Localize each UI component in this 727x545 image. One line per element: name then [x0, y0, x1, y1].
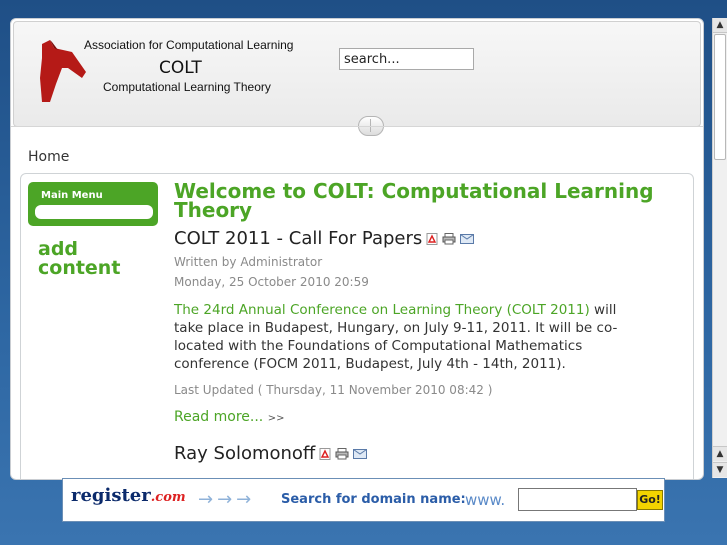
scroll-up-small-icon[interactable]: ▲: [713, 446, 727, 461]
site-slogan: Computational Learning Theory: [103, 80, 271, 94]
search-input[interactable]: [339, 48, 474, 70]
domain-input[interactable]: [518, 488, 637, 511]
article-author: Written by Administrator: [174, 255, 323, 269]
header-divider: [11, 126, 703, 127]
read-more-link[interactable]: Read more... >>: [174, 409, 674, 425]
register-banner-ad[interactable]: register.com →→→ Search for domain name:…: [62, 478, 665, 522]
read-more-text[interactable]: Read more...: [174, 409, 263, 425]
read-more-arrow: >>: [267, 413, 285, 424]
site-name: COLT: [159, 58, 202, 78]
arrow-icon: →→→: [198, 489, 256, 510]
article-title[interactable]: COLT 2011 - Call For Papers: [174, 228, 422, 249]
main-menu-field[interactable]: [35, 205, 153, 219]
article-date: Monday, 25 October 2010 20:59: [174, 275, 369, 289]
scroll-down-icon[interactable]: ▼: [713, 462, 727, 477]
content-panel: Main Menu add content Welcome to COLT: C…: [20, 173, 694, 479]
ad-prompt: Search for domain name:: [281, 492, 466, 507]
article-body: The 24rd Annual Conference on Learning T…: [174, 301, 644, 373]
page-title: Welcome to COLT: Computational Learning …: [174, 179, 654, 222]
article-title-2[interactable]: Ray Solomonoff: [174, 443, 315, 464]
scroll-thumb[interactable]: [714, 34, 726, 160]
article-header-2: Ray Solomonoff: [174, 443, 674, 464]
print-icon[interactable]: [442, 232, 456, 245]
vertical-scrollbar[interactable]: ▲ ▲ ▼: [712, 18, 727, 478]
email-icon[interactable]: [353, 448, 368, 459]
print-icon[interactable]: [335, 447, 349, 460]
article-header: COLT 2011 - Call For Papers: [174, 228, 674, 249]
pdf-icon[interactable]: [426, 232, 438, 245]
email-icon[interactable]: [460, 233, 475, 244]
ad-www: www.: [465, 491, 506, 509]
browser-page: Association for Computational Learning C…: [10, 18, 704, 480]
main-column: Welcome to COLT: Computational Learning …: [174, 179, 674, 464]
article-updated: Last Updated ( Thursday, 11 November 201…: [174, 383, 493, 397]
main-menu-box: Main Menu: [28, 182, 158, 226]
breadcrumb[interactable]: Home: [28, 149, 69, 165]
scroll-up-icon[interactable]: ▲: [713, 18, 727, 33]
org-name: Association for Computational Learning: [84, 38, 294, 52]
site-header: Association for Computational Learning C…: [13, 21, 701, 127]
conference-link[interactable]: The 24rd Annual Conference on Learning T…: [174, 302, 590, 318]
register-logo: register.com: [71, 485, 186, 506]
add-content-link[interactable]: add content: [38, 240, 138, 278]
main-menu-title: Main Menu: [41, 190, 103, 201]
go-button[interactable]: Go!: [637, 490, 663, 510]
pdf-icon[interactable]: [319, 447, 331, 460]
